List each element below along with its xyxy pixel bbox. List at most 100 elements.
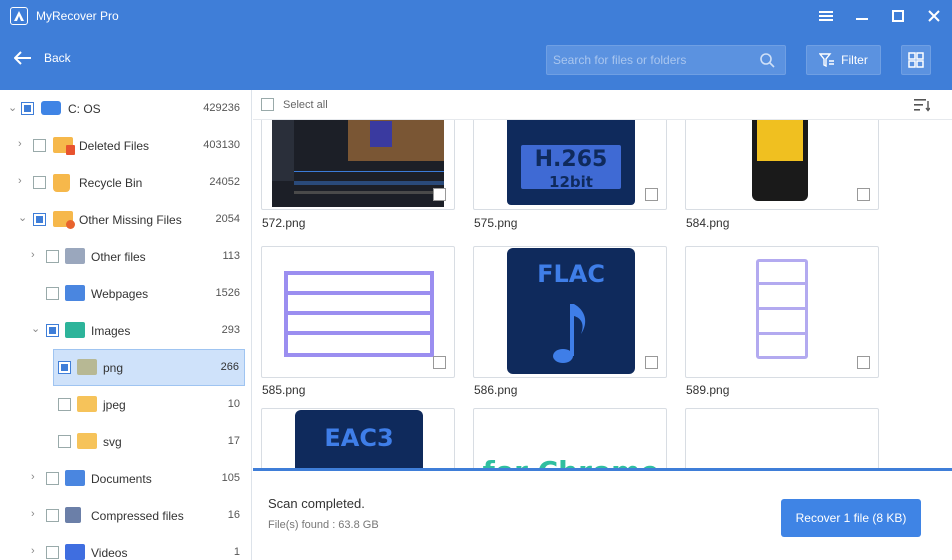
checkbox[interactable] [33, 176, 46, 189]
maximize-icon[interactable] [880, 0, 916, 32]
chevron-down-icon[interactable]: ⌄ [31, 324, 41, 335]
file-thumbnail: EAC3 [261, 408, 455, 470]
tree-item-label: C: OS [68, 102, 101, 116]
tree-item-webpages[interactable]: Webpages 1526 [0, 275, 250, 312]
file-checkbox[interactable] [645, 188, 658, 201]
file-card[interactable]: for Chrome [465, 408, 667, 470]
search-input[interactable] [553, 46, 753, 74]
tree-item-label: Images [91, 324, 131, 338]
chevron-right-icon[interactable]: › [31, 546, 41, 557]
tree-item-other-files[interactable]: › Other files 113 [0, 238, 250, 275]
grid-view-button[interactable] [901, 45, 931, 75]
close-icon[interactable] [916, 0, 952, 32]
file-checkbox[interactable] [645, 356, 658, 369]
chevron-right-icon[interactable]: › [31, 250, 41, 261]
file-card[interactable]: EAC3 [253, 408, 455, 470]
toolbar: Back Filter [0, 32, 952, 90]
file-checkbox[interactable] [433, 188, 446, 201]
file-name: 585.png [262, 383, 306, 397]
file-card[interactable]: 585.png [253, 246, 455, 412]
tree-item-compressed-files[interactable]: › Compressed files 16 [0, 497, 250, 534]
file-thumbnail [685, 408, 879, 470]
file-thumbnail [261, 246, 455, 378]
checkbox[interactable] [33, 139, 46, 152]
folder-icon [77, 433, 97, 449]
file-thumbnail: for Chrome [473, 408, 667, 470]
tree-item-count: 429236 [203, 102, 240, 114]
folder-icon [77, 359, 97, 375]
tree-item-images[interactable]: ⌄ Images 293 [0, 312, 250, 349]
checkbox[interactable] [46, 546, 59, 559]
chevron-down-icon[interactable]: ⌄ [18, 213, 28, 224]
checkbox[interactable] [46, 250, 59, 263]
tree-item-png[interactable]: png 266 [0, 349, 250, 386]
tree-item-label: png [103, 361, 124, 375]
recover-button[interactable]: Recover 1 file (8 KB) [781, 499, 921, 537]
tree-item-videos[interactable]: › Videos 1 [0, 534, 250, 560]
file-checkbox[interactable] [433, 356, 446, 369]
file-thumbnail: FLAC [473, 246, 667, 378]
file-thumbnail [685, 246, 879, 378]
tree-item-drive[interactable]: ⌄ C: OS 429236 [0, 90, 250, 127]
file-thumbnail [261, 120, 455, 210]
file-name: 589.png [686, 383, 730, 397]
thumb-text: 12bit [549, 173, 593, 191]
file-checkbox[interactable] [857, 356, 870, 369]
other-files-icon [65, 248, 85, 264]
checkbox[interactable] [33, 213, 46, 226]
tree-item-jpeg[interactable]: jpeg 10 [0, 386, 250, 423]
deleted-folder-icon [53, 137, 75, 155]
tree-item-label: Recycle Bin [79, 176, 143, 190]
tree-item-svg[interactable]: svg 17 [0, 423, 250, 460]
tree-item-deleted-files[interactable]: › Deleted Files 403130 [0, 127, 250, 164]
file-card[interactable] [677, 408, 879, 470]
chevron-right-icon[interactable]: › [31, 509, 41, 520]
tree-item-label: Deleted Files [79, 139, 150, 153]
search-box[interactable] [546, 45, 786, 75]
title-bar: MyRecover Pro [0, 0, 952, 32]
file-card[interactable]: FLAC 586.png [465, 246, 667, 412]
tree-item-label: Other Missing Files [79, 213, 182, 227]
tree-item-other-missing-files[interactable]: ⌄ Other Missing Files 2054 [0, 201, 250, 238]
folder-icon [77, 396, 97, 412]
file-name: 572.png [262, 216, 306, 230]
file-card[interactable]: 589.png [677, 246, 879, 412]
checkbox[interactable] [58, 398, 71, 411]
tree-item-count: 403130 [203, 139, 240, 151]
chevron-right-icon[interactable]: › [31, 472, 41, 483]
grid-view-icon [908, 52, 924, 68]
checkbox[interactable] [46, 287, 59, 300]
chevron-right-icon[interactable]: › [18, 176, 28, 187]
select-all-bar: Select all [253, 90, 952, 120]
menu-icon[interactable] [808, 0, 844, 32]
checkbox[interactable] [46, 472, 59, 485]
minimize-icon[interactable] [844, 0, 880, 32]
files-found: File(s) found : 63.8 GB [268, 519, 379, 531]
checkbox[interactable] [46, 324, 59, 337]
back-button[interactable]: Back [14, 51, 71, 65]
back-label: Back [44, 51, 71, 65]
search-icon[interactable] [760, 53, 775, 68]
tree-item-label: svg [103, 435, 122, 449]
checkbox[interactable] [21, 102, 34, 115]
back-arrow-icon [14, 51, 31, 65]
chevron-down-icon[interactable]: ⌄ [8, 103, 18, 114]
file-thumbnail [685, 120, 879, 210]
tree-item-recycle-bin[interactable]: › Recycle Bin 24052 [0, 164, 250, 201]
select-all-checkbox[interactable] [261, 98, 274, 111]
select-all-label[interactable]: Select all [283, 99, 328, 111]
checkbox[interactable] [58, 361, 71, 374]
chevron-right-icon[interactable]: › [18, 139, 28, 150]
sort-icon[interactable] [914, 98, 930, 112]
checkbox[interactable] [58, 435, 71, 448]
recycle-bin-icon [53, 174, 70, 192]
tree-item-count: 2054 [215, 213, 240, 225]
tree-item-documents[interactable]: › Documents 105 [0, 460, 250, 497]
image-icon [65, 322, 85, 338]
file-checkbox[interactable] [857, 188, 870, 201]
drive-icon [41, 101, 61, 115]
checkbox[interactable] [46, 509, 59, 522]
tree-item-label: Webpages [91, 287, 149, 301]
filter-button[interactable]: Filter [806, 45, 881, 75]
tree-item-count: 10 [227, 398, 240, 410]
